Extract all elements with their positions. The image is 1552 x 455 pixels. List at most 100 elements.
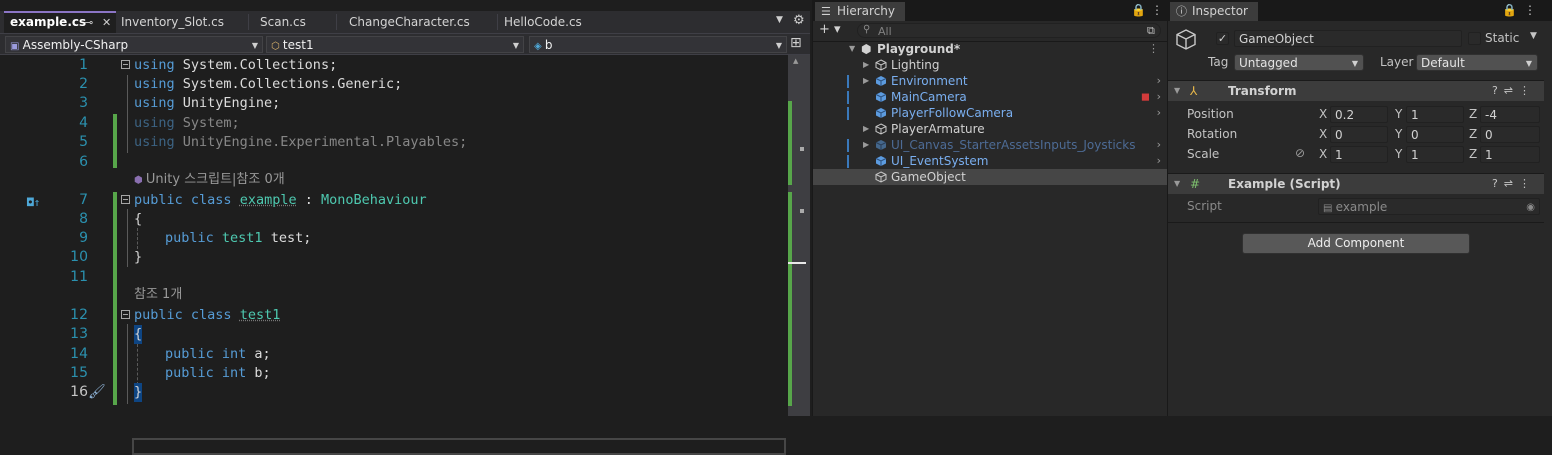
hierarchy-item-gameobject[interactable]: GameObject [813, 169, 1167, 185]
scene-row[interactable]: ▼ ⬢ Playground* ⋮ [813, 41, 1167, 57]
scene-menu-icon[interactable]: ⋮ [1148, 41, 1159, 57]
open-prefab-icon[interactable]: › [1157, 105, 1161, 121]
component-header-icons[interactable]: ?⇌⋮ [1492, 81, 1536, 101]
scale-y-field[interactable]: 1 [1406, 146, 1464, 163]
pin-icon[interactable]: ⊸ [84, 13, 93, 32]
axis-x-label[interactable]: X [1319, 147, 1327, 161]
project-dropdown[interactable]: ▣ Assembly-CSharp ▼ [5, 36, 263, 53]
hierarchy-item-ui-eventsystem[interactable]: UI_EventSystem › [813, 153, 1167, 169]
fold-toggle[interactable] [121, 310, 130, 319]
static-dropdown-icon[interactable]: ▼ [1530, 31, 1537, 41]
lock-icon[interactable]: 🔒 [1502, 3, 1517, 17]
expand-arrow-icon[interactable]: ▶ [863, 137, 869, 153]
tab-scan[interactable]: Scan.cs [254, 11, 334, 33]
object-picker-icon[interactable]: ◉ [1526, 199, 1535, 216]
add-component-button[interactable]: Add Component [1242, 233, 1470, 254]
hierarchy-item-maincamera[interactable]: MainCamera ◼ › [813, 89, 1167, 105]
position-x-field[interactable]: 0.2 [1330, 106, 1388, 123]
hierarchy-item-playerfollowcamera[interactable]: PlayerFollowCamera › [813, 105, 1167, 121]
scale-z-field[interactable]: 1 [1480, 146, 1540, 163]
axis-y-label[interactable]: Y [1395, 107, 1402, 121]
axis-x-label[interactable]: X [1319, 127, 1327, 141]
open-prefab-icon[interactable]: › [1157, 89, 1161, 105]
code-area[interactable]: 1 using System.Collections; 2 using System… [0, 55, 790, 455]
lock-icon[interactable]: 🔒 [1131, 3, 1146, 17]
fold-toggle[interactable] [121, 195, 130, 204]
hierarchy-item-playerarmature[interactable]: ▶ PlayerArmature [813, 121, 1167, 137]
help-icon[interactable]: ? [1492, 177, 1504, 190]
axis-z-label[interactable]: Z [1469, 107, 1477, 121]
presets-icon[interactable]: ⇌ [1504, 177, 1519, 190]
axis-z-label[interactable]: Z [1469, 127, 1477, 141]
close-icon[interactable]: ✕ [102, 13, 111, 32]
tab-inspector[interactable]: ⓘ Inspector [1170, 2, 1258, 21]
position-z-field[interactable]: -4 [1480, 106, 1540, 123]
gameobject-icon [875, 171, 887, 183]
hierarchy-toolbar: + ▾ All ⚲ ⧉ [813, 21, 1167, 42]
tab-hello-code[interactable]: HelloCode.cs [498, 11, 608, 33]
scale-x-field[interactable]: 1 [1330, 146, 1388, 163]
open-prefab-icon[interactable]: › [1157, 137, 1161, 153]
prefab-icon [875, 92, 887, 102]
member-dropdown[interactable]: ◈ b ▼ [529, 36, 787, 53]
add-button[interactable]: + ▾ [819, 22, 841, 37]
position-y-field[interactable]: 1 [1406, 106, 1464, 123]
transform-header[interactable]: ▼ ⅄ Transform ?⇌⋮ [1168, 80, 1544, 101]
gameobject-large-icon [1176, 29, 1196, 50]
more-options-icon[interactable]: ⋮ [1524, 3, 1536, 17]
help-icon[interactable]: ? [1492, 84, 1504, 97]
open-prefab-icon[interactable]: › [1157, 73, 1161, 89]
hierarchy-item-lighting[interactable]: ▶ Lighting [813, 57, 1167, 73]
open-prefab-icon[interactable]: › [1157, 153, 1161, 169]
static-checkbox[interactable] [1468, 32, 1481, 45]
layer-dropdown[interactable]: Default ▼ [1416, 54, 1538, 71]
hierarchy-item-environment[interactable]: ▶ Environment › [813, 73, 1167, 89]
axis-y-label[interactable]: Y [1395, 147, 1402, 161]
code-line: using UnityEngine.Experimental.Playables… [134, 134, 468, 150]
more-options-icon[interactable]: ⋮ [1519, 177, 1536, 190]
active-checkbox[interactable]: ✓ [1216, 32, 1229, 45]
tab-inventory-slot[interactable]: Inventory_Slot.cs [115, 11, 248, 33]
chevron-down-icon: ▼ [775, 41, 782, 50]
constrain-proportions-icon[interactable]: ⊘ [1295, 146, 1305, 160]
hierarchy-search-input[interactable]: All [857, 23, 1161, 38]
tab-hierarchy[interactable]: ☰ Hierarchy [815, 2, 906, 21]
split-icon[interactable]: ⊞ [790, 35, 802, 51]
codelens-references[interactable]: 참조 1개 [134, 285, 182, 304]
code-line: public class example : MonoBehaviour [134, 192, 427, 208]
type-dropdown[interactable]: ⬡ test1 ▼ [266, 36, 524, 53]
component-header-icons[interactable]: ?⇌⋮ [1492, 174, 1536, 194]
script-component-header[interactable]: ▼ # Example (Script) ?⇌⋮ [1168, 173, 1544, 194]
scroll-up-icon[interactable]: ▲ [793, 57, 798, 65]
static-label: Static [1485, 31, 1520, 45]
presets-icon[interactable]: ⇌ [1504, 84, 1519, 97]
fold-toggle[interactable] [121, 60, 130, 69]
more-options-icon[interactable]: ⋮ [1151, 3, 1163, 17]
gear-icon[interactable]: ⚙ [793, 13, 805, 28]
rotation-z-field[interactable]: 0 [1480, 126, 1540, 143]
expand-arrow-icon[interactable]: ▶ [863, 73, 869, 89]
rotation-y-field[interactable]: 0 [1406, 126, 1464, 143]
tab-example-cs[interactable]: example.cs ⊸ ✕ [4, 11, 116, 33]
axis-y-label[interactable]: Y [1395, 127, 1402, 141]
collapse-arrow-icon[interactable]: ▼ [1174, 81, 1180, 101]
tag-dropdown[interactable]: Untagged ▼ [1234, 54, 1364, 71]
search-filter-icon[interactable]: ⧉ [1147, 24, 1155, 38]
hierarchy-item-ui-canvas[interactable]: ▶ UI_Canvas_StarterAssetsInputs_Joystick… [813, 137, 1167, 153]
tab-list-dropdown-icon[interactable]: ▼ [776, 15, 783, 25]
codelens-unity[interactable]: ⬢ Unity 스크립트|참조 0개 [134, 170, 285, 190]
editor-scrollbar[interactable]: ▲ [788, 55, 810, 416]
expand-arrow-icon[interactable]: ▼ [849, 41, 855, 57]
axis-z-label[interactable]: Z [1469, 147, 1477, 161]
object-name-input[interactable]: GameObject [1234, 30, 1462, 47]
current-line-highlight [132, 438, 786, 455]
tab-change-character[interactable]: ChangeCharacter.cs [343, 11, 493, 33]
rotation-x-field[interactable]: 0 [1330, 126, 1388, 143]
inspector-panel: ⓘ Inspector 🔒 ⋮ ✓ GameObject Static ▼ Tag… [1168, 0, 1552, 416]
quick-actions-brush-icon[interactable]: 🖌 [88, 383, 106, 402]
axis-x-label[interactable]: X [1319, 107, 1327, 121]
more-options-icon[interactable]: ⋮ [1519, 84, 1536, 97]
collapse-arrow-icon[interactable]: ▼ [1174, 174, 1180, 194]
expand-arrow-icon[interactable]: ▶ [863, 57, 869, 73]
expand-arrow-icon[interactable]: ▶ [863, 121, 869, 137]
